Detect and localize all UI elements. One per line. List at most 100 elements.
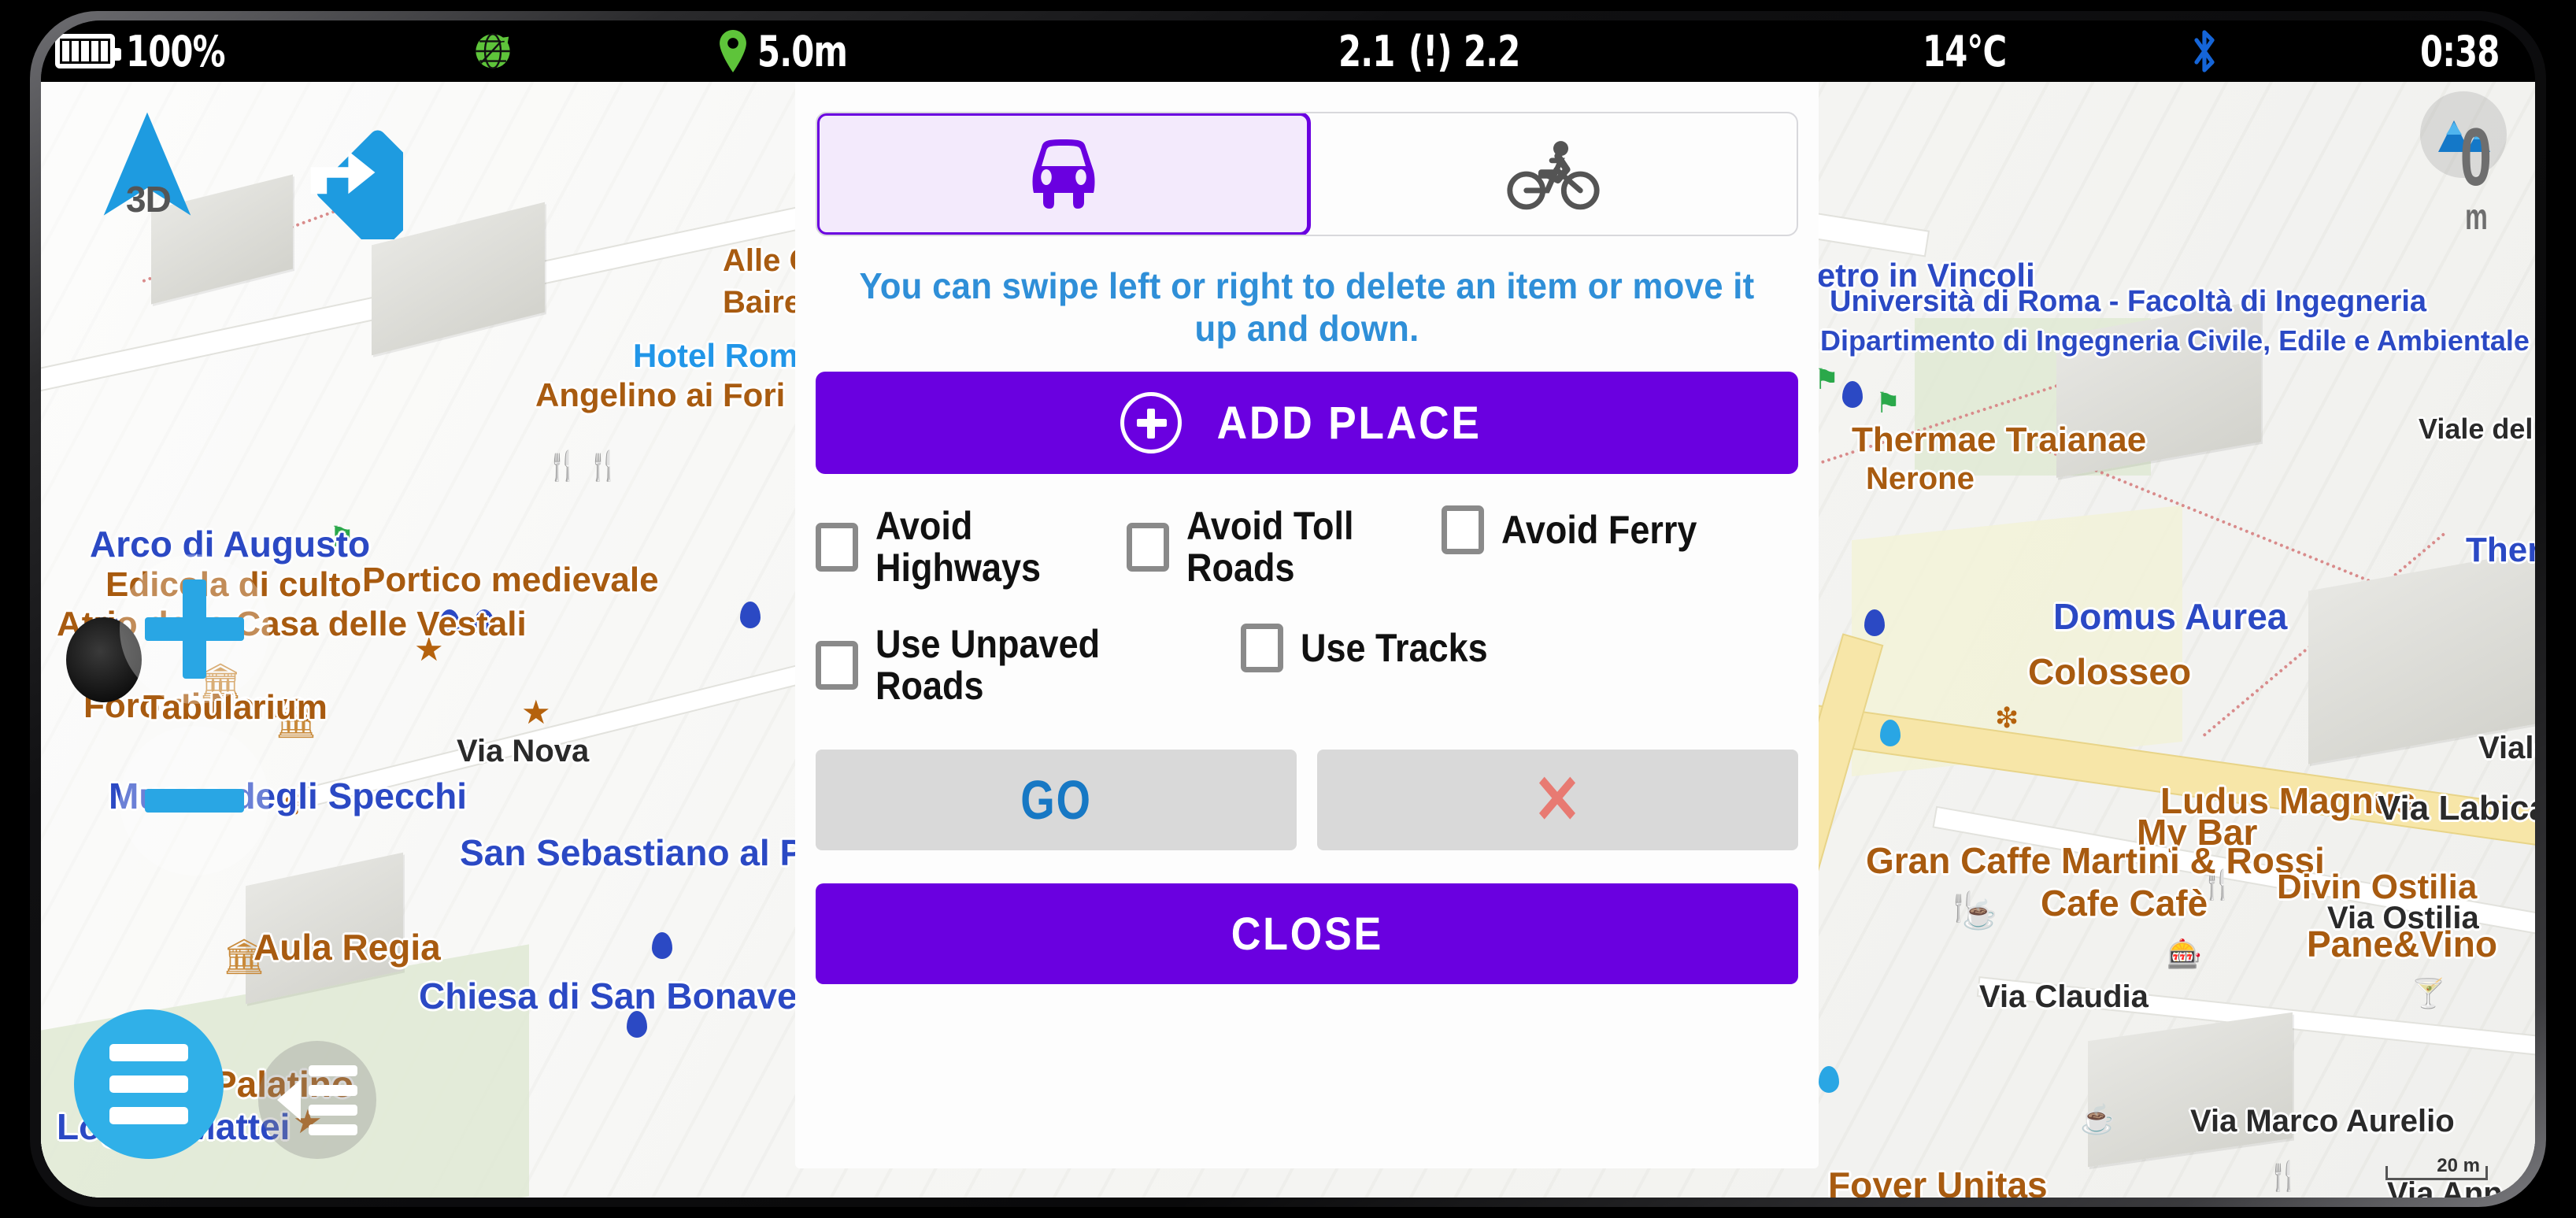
battery-full-icon [55,34,121,68]
map-poi-icon[interactable]: ⚑ [1875,389,1901,417]
plus-icon-vertical [183,579,206,679]
location-pin-icon [720,30,746,72]
add-place-label: ADD PLACE [1216,397,1482,449]
battery-indicator: 100% [55,27,241,76]
option-avoid-highways[interactable]: Avoid Highways [816,505,1127,589]
map-star-marker[interactable]: ★ [521,696,551,729]
tab-car[interactable] [817,113,1311,235]
map-poi-icon[interactable]: ☕ [1962,901,1997,929]
hamburger-menu-icon-bar2 [109,1075,188,1093]
dialog-actions: GO ✕ [816,750,1798,850]
map-label: Angelino ai Fori [535,376,786,413]
option-avoid-toll-roads[interactable]: Avoid Toll Roads [1127,505,1442,589]
option-label: Use Unpaved Roads [875,622,1101,708]
checkbox-icon[interactable] [1127,523,1169,572]
map-poi-icon[interactable]: 🍴 [2266,1162,2301,1190]
collapse-panel-button[interactable] [258,1041,376,1159]
map-poi-icon[interactable]: 🍸 [2411,979,2446,1008]
map-label: Portico medievale [362,561,659,599]
status-bar: 100% 5.0m 2.1 (!) 2.2 14°C 0:38 [41,20,2535,82]
map-label: Università di Roma - Facoltà di Ingegner… [1830,285,2427,318]
swipe-hint-text: You can swipe left or right to delete an… [859,265,1755,349]
speed-right-value: 2.2 [1463,26,1520,76]
route-options-row-1: Avoid Highways Avoid Toll Roads Avoid Fe… [816,505,1798,589]
bicycle-icon [1506,141,1600,210]
go-button[interactable]: GO [816,750,1297,850]
map-label: Nerone [1866,461,1975,496]
map-label: Pane&Vino [2307,924,2497,964]
checkbox-icon[interactable] [1442,505,1484,554]
map-poi-marker[interactable] [1880,720,1901,746]
collapse-arrow-icon [277,1079,301,1120]
checkbox-icon[interactable] [816,641,858,690]
map-poi-icon[interactable]: ☕ [2080,1105,2115,1134]
option-label: Avoid Highways [875,504,1042,590]
map-poi-icon[interactable]: ❇ [1995,704,2019,732]
close-x-icon: ✕ [1533,762,1582,838]
temperature-value: 14°C [1923,26,2007,76]
hamburger-menu-icon [109,1044,188,1061]
map-poi-marker[interactable] [1842,381,1863,408]
temperature-indicator: 14°C [1923,27,2020,76]
map-label: Domus Aurea [2053,596,2288,637]
map-poi-marker[interactable] [1819,1066,1839,1093]
plus-circle-icon [1120,392,1183,454]
map-label: Thermae Traianae [1852,420,2147,459]
map-label: Aula Regia [254,927,441,968]
map-poi-icon[interactable]: 🎰 [2167,940,2202,968]
map-poi-marker[interactable] [740,602,761,628]
phone-screen: 100% 5.0m 2.1 (!) 2.2 14°C 0:38 ★ ★ ★ ★ … [41,20,2535,1198]
zoom-in-button[interactable] [120,554,269,704]
gps-status [472,31,513,72]
map-label: Via Labicana [2378,789,2535,827]
map-view-mode-label: 3D [126,179,172,220]
option-avoid-ferry[interactable]: Avoid Ferry [1442,505,1719,554]
altitude-readout: 0 m [2453,112,2499,238]
checkbox-icon[interactable] [1241,624,1283,672]
map-label: Gran Caffe Martini & Rossi [1866,840,2325,881]
altitude-unit: m [2464,195,2488,237]
map-label: Via Nova [457,734,590,768]
speed-left-value: 2.1 [1338,26,1395,76]
map-label: Via Marco Aurelio [2190,1104,2455,1138]
main-menu-button[interactable] [74,1009,224,1159]
route-options-row-2: Use Unpaved Roads Use Tracks [816,624,1798,707]
hamburger-menu-icon-bar3 [109,1107,188,1124]
map-label: Dipartimento di Ingegneria Civile, Edile… [1820,324,2530,357]
phone-frame: 100% 5.0m 2.1 (!) 2.2 14°C 0:38 ★ ★ ★ ★ … [0,0,2576,1218]
map-poi-icon[interactable]: 🍴 [545,452,580,480]
turn-right-arrow-icon[interactable] [261,106,403,239]
checkbox-icon[interactable] [816,523,858,572]
go-label: GO [1020,769,1092,831]
zoom-out-button[interactable] [120,726,269,876]
map-poi-icon[interactable]: 🍴 [586,452,621,480]
map-label: Arco di Augusto [90,524,371,565]
option-use-tracks[interactable]: Use Tracks [1241,624,1508,672]
car-icon [1032,139,1094,209]
map-poi-marker[interactable] [652,932,672,959]
route-settings-dialog: You can swipe left or right to delete an… [795,82,1819,1168]
map-poi-marker[interactable] [1864,609,1885,636]
tab-bicycle[interactable] [1309,113,1797,235]
map-label: Foyer Unitas [1828,1164,2048,1198]
map-label: Colosseo [2028,651,2192,692]
cancel-button[interactable]: ✕ [1317,750,1798,850]
map-label: Cafe Cafè [2041,883,2208,924]
add-place-button[interactable]: ADD PLACE [816,372,1798,474]
map-label: Viale del Monte Oppio [2419,413,2535,445]
option-label: Avoid Toll Roads [1186,504,1354,590]
map-label: Viale [2478,731,2535,765]
close-button[interactable]: CLOSE [816,883,1798,984]
clock-value: 0:38 [2420,26,2500,76]
altitude-value: 0 [2459,112,2493,203]
speed-warning-indicator: 2.1 (!) 2.2 [1338,27,1529,76]
gps-accuracy-indicator: 5.0m [715,27,862,76]
minus-icon [145,789,244,813]
bluetooth-indicator [2189,29,2220,73]
option-use-unpaved-roads[interactable]: Use Unpaved Roads [816,624,1241,707]
map-scale-label: 20 m [2437,1155,2480,1176]
vehicle-mode-tabs [816,112,1798,236]
clock-indicator: 0:38 [2420,27,2512,76]
gps-accuracy-value: 5.0m [757,26,848,76]
close-label: CLOSE [1231,908,1383,960]
